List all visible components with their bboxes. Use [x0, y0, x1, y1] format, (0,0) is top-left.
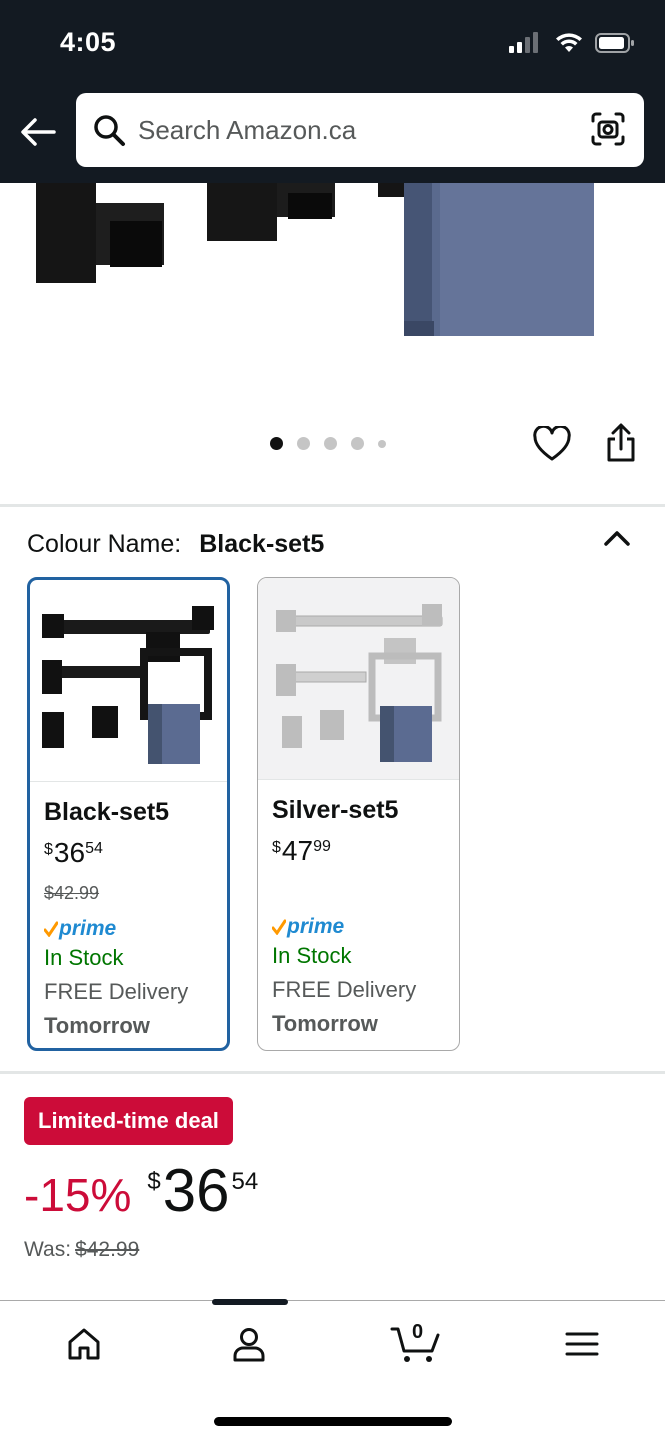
colour-option-black-set5[interactable]: Black-set5 $ 36 54 $42.99 prime In Stock… — [27, 577, 230, 1051]
stock-status: In Stock — [44, 945, 124, 970]
section-divider — [0, 1071, 665, 1074]
nav-menu[interactable] — [552, 1321, 612, 1367]
battery-icon — [595, 33, 634, 53]
colour-name-row: Colour Name: Black-set5 — [27, 530, 324, 559]
active-tab-indicator — [212, 1299, 288, 1305]
collapse-button[interactable] — [601, 524, 633, 552]
colour-option-price: $ 47 99 — [272, 835, 331, 866]
delivery-info: FREE Delivery — [44, 979, 189, 1004]
home-indicator-bar — [214, 1417, 452, 1426]
status-icons — [509, 30, 635, 56]
hamburger-menu-icon — [565, 1332, 599, 1356]
was-price: $42.99 — [75, 1238, 140, 1261]
colour-option-image — [258, 578, 459, 780]
share-icon — [607, 423, 635, 462]
nav-home[interactable] — [54, 1321, 114, 1367]
prime-badge: prime — [44, 915, 221, 943]
wishlist-button[interactable] — [533, 424, 571, 462]
status-time: 4:05 — [60, 27, 117, 57]
image-carousel-dots[interactable] — [270, 437, 386, 450]
prime-check-icon — [44, 921, 58, 937]
prime-badge: prime — [272, 913, 453, 941]
camera-search-icon[interactable] — [590, 111, 626, 147]
was-label: Was: — [24, 1238, 72, 1261]
colour-option-silver-set5[interactable]: Silver-set5 $ 47 99 prime In Stock FREE … — [257, 577, 460, 1051]
carousel-dot[interactable] — [324, 437, 337, 450]
search-icon — [94, 115, 125, 146]
delivery-day: Tomorrow — [272, 1011, 378, 1036]
carousel-dot[interactable] — [378, 439, 386, 448]
chevron-up-icon — [604, 531, 630, 546]
home-icon — [68, 1328, 100, 1360]
deal-price: $ 36 54 — [147, 1157, 259, 1224]
nav-account[interactable] — [219, 1321, 279, 1367]
colour-option-name: Black-set5 — [44, 798, 170, 826]
stock-status: In Stock — [272, 943, 352, 968]
product-image[interactable] — [0, 183, 665, 398]
delivery-day: Tomorrow — [44, 1013, 150, 1038]
carousel-dot[interactable] — [297, 437, 310, 450]
prime-check-icon — [272, 919, 286, 935]
carousel-dot[interactable] — [270, 437, 283, 450]
limited-time-deal-badge: Limited-time deal — [24, 1097, 233, 1145]
app-header: 4:05 — [0, 0, 665, 183]
delivery-info: FREE Delivery — [272, 977, 417, 1002]
colour-option-was-price — [272, 881, 453, 903]
section-divider — [0, 504, 665, 507]
colour-selected-value: Black-set5 — [199, 530, 325, 558]
back-arrow-icon — [21, 118, 56, 146]
colour-option-image — [30, 580, 227, 782]
share-button[interactable] — [603, 423, 639, 463]
product-photo — [36, 183, 594, 336]
search-box[interactable] — [76, 93, 644, 167]
cellular-signal-icon — [509, 32, 538, 53]
heart-icon — [533, 424, 571, 461]
was-price-row: Was: $42.99 — [24, 1238, 139, 1262]
colour-option-was-price: $42.99 — [44, 883, 100, 903]
colour-option-name: Silver-set5 — [272, 796, 399, 824]
carousel-dot[interactable] — [351, 437, 364, 450]
discount-percent: -15% — [24, 1169, 132, 1221]
back-button[interactable] — [16, 110, 60, 154]
colour-label: Colour Name: — [27, 530, 182, 558]
wifi-icon — [556, 33, 582, 52]
search-input[interactable] — [138, 107, 578, 153]
colour-option-price: $ 36 54 — [44, 837, 103, 868]
bottom-nav: 0 — [0, 1299, 665, 1440]
nav-cart[interactable]: 0 — [384, 1321, 448, 1367]
user-icon — [233, 1328, 265, 1362]
cart-count: 0 — [412, 1321, 424, 1343]
deal-price-row: -15% $ 36 54 — [24, 1160, 258, 1222]
